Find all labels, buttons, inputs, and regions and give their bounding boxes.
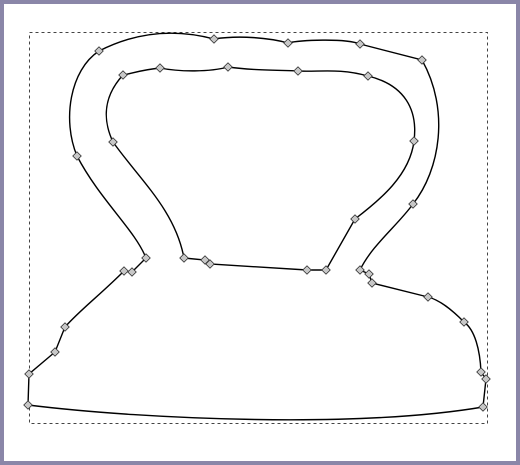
drawing-svg[interactable]	[4, 4, 514, 459]
drawing-canvas[interactable]	[4, 4, 514, 459]
